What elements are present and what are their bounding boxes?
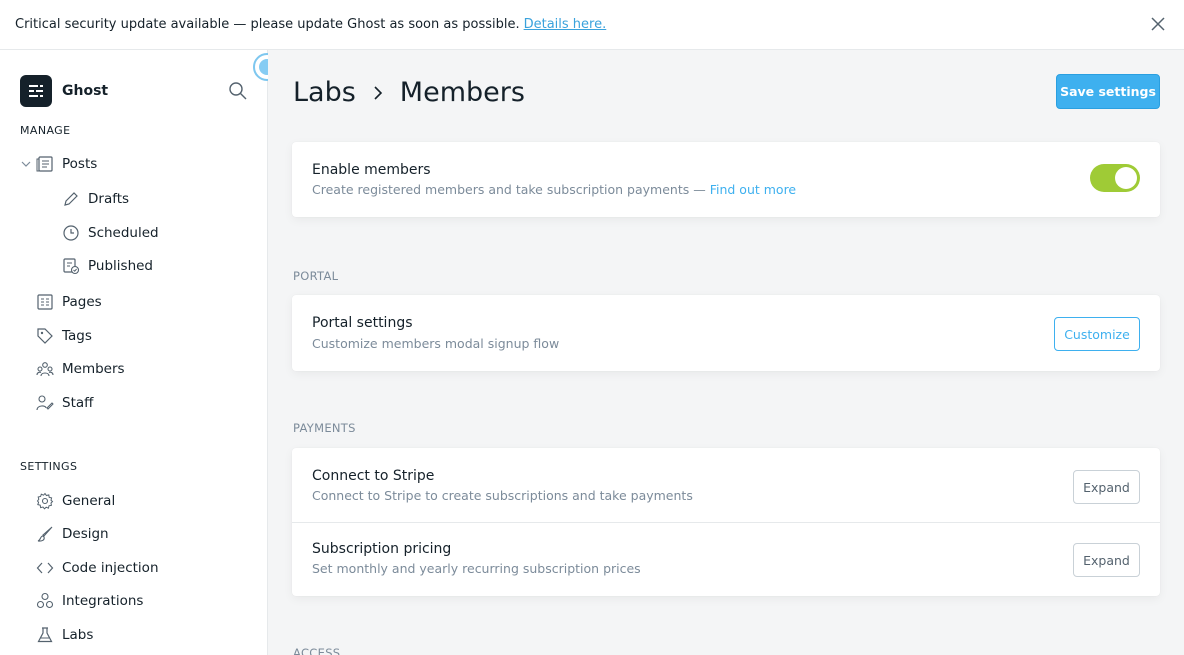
staff-icon [36, 395, 54, 411]
security-alert-banner: Critical security update available — ple… [0, 0, 1184, 50]
sidebar-item-scheduled[interactable]: Scheduled [62, 222, 159, 244]
pencil-icon [64, 192, 78, 206]
sidebar-item-posts[interactable]: Posts [36, 153, 97, 175]
sidebar-item-labs[interactable]: Labs [36, 624, 93, 646]
enable-members-toggle[interactable] [1090, 164, 1140, 192]
subscription-pricing-title: Subscription pricing [312, 541, 452, 557]
enable-members-card: Enable members Create registered members… [292, 142, 1160, 217]
connect-stripe-title: Connect to Stripe [312, 468, 435, 484]
sidebar-item-tags[interactable]: Tags [36, 325, 92, 347]
code-icon [36, 562, 54, 574]
sidebar-item-code-injection[interactable]: Code injection [36, 557, 159, 579]
sidebar-item-label: Staff [62, 395, 94, 411]
posts-icon [36, 156, 53, 172]
flask-icon [37, 627, 53, 643]
published-icon [63, 258, 80, 275]
integrations-icon [36, 592, 54, 609]
clock-icon [63, 225, 79, 241]
enable-members-title: Enable members [312, 162, 431, 178]
sidebar-item-integrations[interactable]: Integrations [36, 590, 143, 612]
expand-pricing-button[interactable]: Expand [1073, 543, 1140, 577]
close-icon[interactable] [1150, 16, 1166, 32]
subscription-pricing-row: Subscription pricing Set monthly and yea… [292, 522, 1160, 596]
portal-group-label: PORTAL [293, 269, 339, 283]
chevron-down-icon[interactable] [20, 158, 32, 170]
members-icon [36, 362, 54, 377]
breadcrumb-current: Members [399, 77, 525, 108]
sidebar-item-members[interactable]: Members [36, 358, 125, 380]
sidebar: Ghost MANAGE Posts Drafts Scheduled Publ… [0, 50, 268, 655]
sidebar-item-label: Drafts [88, 191, 130, 207]
payments-group-label: PAYMENTS [293, 421, 356, 435]
sidebar-item-published[interactable]: Published [62, 255, 153, 277]
sidebar-item-pages[interactable]: Pages [36, 291, 102, 313]
brush-icon [37, 526, 53, 542]
sidebar-item-design[interactable]: Design [36, 523, 109, 545]
alert-details-link[interactable]: Details here. [524, 17, 607, 32]
sidebar-item-label: Members [62, 361, 125, 377]
breadcrumb-parent[interactable]: Labs [293, 77, 356, 108]
sidebar-item-label: General [62, 493, 116, 509]
settings-section-title: SETTINGS [20, 460, 78, 473]
sidebar-item-general[interactable]: General [36, 490, 115, 512]
brand[interactable]: Ghost [20, 75, 108, 107]
main-content: Labs Members Save settings Enable member… [268, 50, 1184, 655]
sidebar-item-label: Design [62, 526, 109, 542]
expand-stripe-button[interactable]: Expand [1073, 470, 1140, 504]
enable-members-desc-text: Create registered members and take subsc… [312, 182, 706, 197]
alert-message: Critical security update available — ple… [15, 17, 520, 32]
search-icon[interactable] [228, 81, 248, 101]
sidebar-item-label: Code injection [62, 560, 159, 576]
sidebar-item-label: Labs [62, 627, 94, 643]
sidebar-item-label: Pages [62, 294, 102, 310]
sidebar-item-label: Integrations [62, 593, 144, 609]
save-settings-button[interactable]: Save settings [1056, 74, 1160, 109]
chevron-right-icon [374, 85, 382, 100]
access-group-label: ACCESS [293, 646, 341, 655]
sidebar-item-label: Tags [62, 328, 92, 344]
brand-name: Ghost [62, 83, 109, 99]
sidebar-item-label: Scheduled [88, 225, 159, 241]
payments-card: Connect to Stripe Connect to Stripe to c… [292, 448, 1160, 596]
sidebar-item-staff[interactable]: Staff [36, 392, 93, 414]
connect-stripe-row: Connect to Stripe Connect to Stripe to c… [292, 448, 1160, 522]
ghost-logo-icon [20, 75, 52, 107]
portal-settings-desc: Customize members modal signup flow [312, 336, 560, 351]
manage-section-title: MANAGE [20, 124, 71, 137]
customize-button[interactable]: Customize [1054, 317, 1140, 351]
enable-members-desc: Create registered members and take subsc… [312, 182, 796, 197]
subscription-pricing-desc: Set monthly and yearly recurring subscri… [312, 561, 641, 576]
connect-stripe-desc: Connect to Stripe to create subscription… [312, 488, 693, 503]
sidebar-item-label: Published [88, 258, 153, 274]
sidebar-item-label: Posts [62, 156, 98, 172]
portal-settings-title: Portal settings [312, 315, 413, 331]
portal-settings-card: Portal settings Customize members modal … [292, 295, 1160, 371]
breadcrumb: Labs Members [293, 77, 525, 108]
pages-icon [37, 294, 53, 310]
tag-icon [37, 328, 53, 344]
find-out-more-link[interactable]: Find out more [710, 182, 796, 197]
sidebar-item-drafts[interactable]: Drafts [62, 188, 129, 210]
gear-icon [36, 492, 54, 510]
